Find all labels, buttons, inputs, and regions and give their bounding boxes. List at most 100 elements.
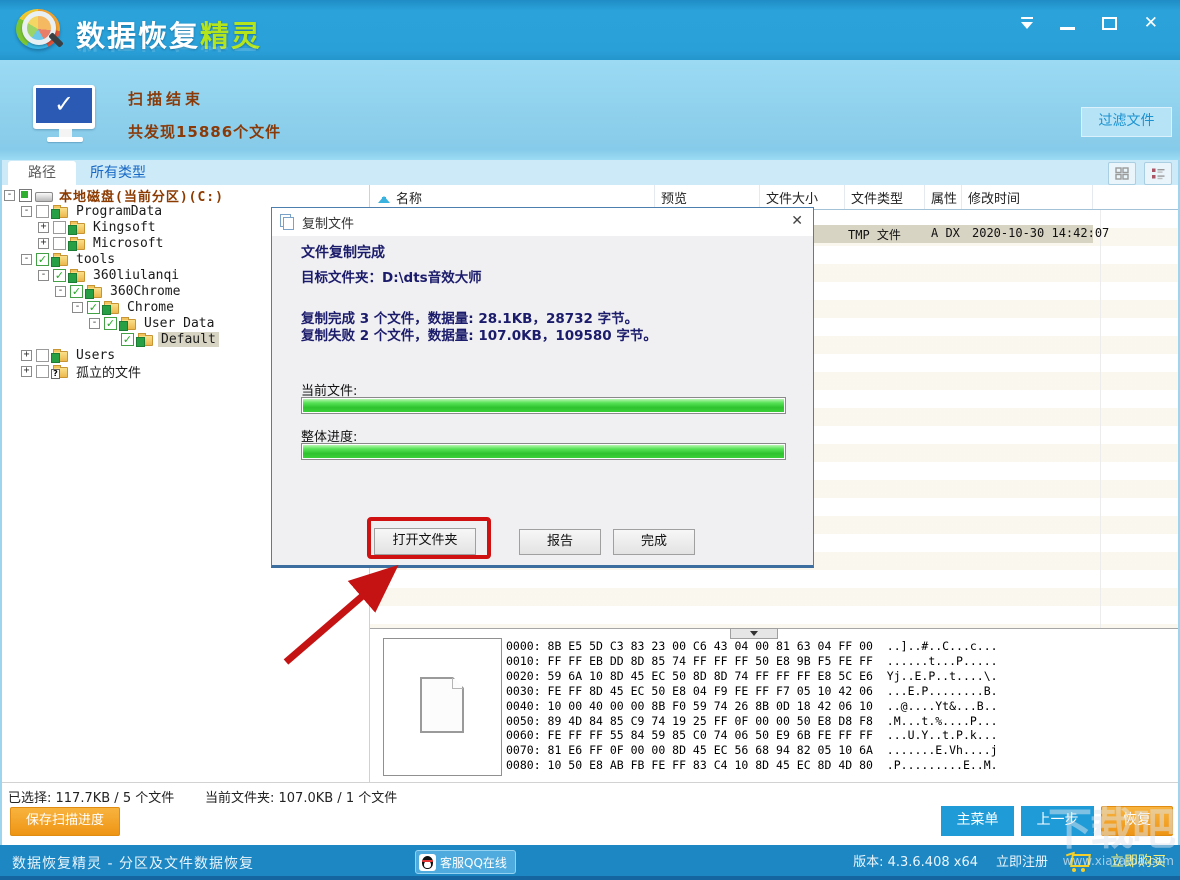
register-link[interactable]: 立即注册 xyxy=(996,851,1048,870)
hex-line: 0030: FE FF 8D 45 EC 50 E8 04 F9 FE FF F… xyxy=(506,684,998,699)
collapse-icon[interactable]: - xyxy=(89,318,100,329)
tab-all-types[interactable]: 所有类型 xyxy=(80,161,156,185)
tree-node-label[interactable]: tools xyxy=(73,252,118,267)
open-folder-button[interactable]: 打开文件夹 xyxy=(374,528,476,555)
tree-node-label[interactable]: 360liulanqi xyxy=(90,268,182,283)
column-header-label: 属性 xyxy=(931,188,957,207)
checkbox-checked[interactable]: ✓ xyxy=(70,285,83,298)
close-button[interactable]: ✕ xyxy=(1144,12,1158,34)
collapse-icon[interactable]: - xyxy=(21,254,32,265)
collapse-icon[interactable]: - xyxy=(72,302,83,313)
qq-support-button[interactable]: 客服QQ在线 xyxy=(415,850,516,874)
tree-node-label[interactable]: Default xyxy=(158,332,219,347)
file-type-cell: TMP 文件 xyxy=(848,226,901,243)
preview-thumbnail-box xyxy=(383,638,502,776)
dialog-close-icon[interactable]: ✕ xyxy=(791,213,803,229)
checkbox-checked[interactable]: ✓ xyxy=(104,317,117,330)
tree-node-label[interactable]: Users xyxy=(73,348,118,363)
list-divider xyxy=(1100,210,1101,628)
save-scan-progress-button[interactable]: 保存扫描进度 xyxy=(10,807,120,836)
column-header-1[interactable]: 名称 xyxy=(370,185,655,209)
checkbox-checked[interactable]: ✓ xyxy=(121,333,134,346)
maximize-button[interactable] xyxy=(1102,12,1117,34)
qq-support-label: 客服QQ在线 xyxy=(440,854,507,871)
tree-node-label[interactable]: Chrome xyxy=(124,300,177,315)
hex-line: 0070: 81 E6 FF 0F 00 00 8D 45 EC 56 68 9… xyxy=(506,743,998,758)
dialog-title-bar: 复制文件 ✕ xyxy=(272,208,813,236)
sort-ascending-icon[interactable] xyxy=(378,190,390,204)
scan-banner: ✓ 扫描结束 共发现15886个文件 过滤文件 xyxy=(0,60,1180,160)
tab-path[interactable]: 路径 xyxy=(8,161,76,185)
previous-step-button[interactable]: 上一步 xyxy=(1021,806,1094,836)
grid-view-button[interactable] xyxy=(1108,162,1136,185)
preview-panel: 0000: 8B E5 5D C3 83 23 00 C6 43 04 00 8… xyxy=(370,628,1180,782)
checkbox-checked[interactable]: ✓ xyxy=(87,301,100,314)
expand-icon[interactable]: + xyxy=(21,366,32,377)
tree-node-label[interactable]: Microsoft xyxy=(90,236,166,251)
document-icon xyxy=(420,677,464,733)
checkbox-unchecked[interactable] xyxy=(53,237,66,250)
tree-node-label[interactable]: Kingsoft xyxy=(90,220,159,235)
tree-node-label[interactable]: 本地磁盘(当前分区)(C:) xyxy=(56,186,227,205)
checkbox-unchecked[interactable] xyxy=(36,365,49,378)
column-header-5[interactable]: 属性 xyxy=(925,185,962,209)
folder-icon xyxy=(52,348,70,362)
filter-files-button[interactable]: 过滤文件 xyxy=(1081,107,1172,137)
disk-icon xyxy=(35,188,53,202)
collapse-icon[interactable]: - xyxy=(55,286,66,297)
column-header-4[interactable]: 文件类型 xyxy=(845,185,925,209)
expand-icon[interactable]: + xyxy=(38,238,49,249)
tree-node-label[interactable]: ProgramData xyxy=(73,204,165,219)
title-bar: 数据恢复精灵 数据恢复精灵 ✕ xyxy=(0,0,1180,60)
app-window: 数据恢复精灵 数据恢复精灵 ✕ ✓ 扫描结束 共发现15886个文件 过滤文件 … xyxy=(0,0,1180,880)
current-file-progressbar xyxy=(301,397,786,414)
app-title-reflection: 数据恢复精灵 xyxy=(76,46,262,60)
hex-dump: 0000: 8B E5 5D C3 83 23 00 C6 43 04 00 8… xyxy=(506,639,998,773)
copy-fail-line: 复制失败 2 个文件，数据量: 107.0KB，109580 字节。 xyxy=(301,324,657,344)
checkbox-unchecked[interactable] xyxy=(53,221,66,234)
main-menu-button[interactable]: 主菜单 xyxy=(941,806,1014,836)
collapse-preview-button[interactable] xyxy=(730,628,778,639)
version-text: 版本: 4.3.6.408 x64 xyxy=(853,851,978,870)
folder-icon xyxy=(69,220,87,234)
checkbox-checked[interactable]: ✓ xyxy=(36,253,49,266)
tree-node-label[interactable]: User Data xyxy=(141,316,217,331)
shopping-cart-icon[interactable] xyxy=(1066,849,1092,873)
folder-question-icon: ? xyxy=(52,364,70,378)
collapse-icon[interactable]: - xyxy=(21,206,32,217)
column-header-label: 预览 xyxy=(661,188,687,207)
copy-files-icon xyxy=(280,214,295,230)
expand-icon[interactable]: + xyxy=(38,222,49,233)
target-folder-text: 目标文件夹：D:\dts音效大师 xyxy=(301,266,482,286)
window-menu-button[interactable] xyxy=(1021,12,1033,34)
hex-line: 0080: 10 50 E8 AB FB FE FF 83 C4 10 8D 4… xyxy=(506,758,998,773)
expand-icon[interactable]: + xyxy=(21,350,32,361)
list-view-button[interactable] xyxy=(1144,162,1172,185)
checkbox-unchecked[interactable] xyxy=(36,205,49,218)
tree-node-label[interactable]: 孤立的文件 xyxy=(73,362,144,381)
report-button[interactable]: 报告 xyxy=(519,529,601,555)
column-header-3[interactable]: 文件大小 xyxy=(760,185,845,209)
done-button[interactable]: 完成 xyxy=(613,529,695,555)
tree-node-label[interactable]: 360Chrome xyxy=(107,284,183,299)
scan-status-text: 扫描结束 xyxy=(128,88,204,109)
collapse-icon[interactable]: - xyxy=(4,190,15,201)
minimize-button[interactable] xyxy=(1060,12,1075,34)
folder-icon xyxy=(137,332,155,346)
column-header-6[interactable]: 修改时间 xyxy=(962,185,1093,209)
recover-button[interactable]: 恢复 xyxy=(1101,806,1173,836)
checkbox-partial[interactable] xyxy=(19,189,32,202)
folder-icon xyxy=(120,316,138,330)
product-tagline: 数据恢复精灵 - 分区及文件数据恢复 xyxy=(12,853,254,873)
checkbox-unchecked[interactable] xyxy=(36,349,49,362)
tree-node[interactable]: - 本地磁盘(当前分区)(C:) xyxy=(0,187,369,203)
buy-now-link[interactable]: 立即购买 xyxy=(1110,851,1166,871)
window-controls: ✕ xyxy=(1021,12,1158,34)
hex-line: 0060: FE FF FF 55 84 59 85 C0 74 06 50 E… xyxy=(506,728,998,743)
current-file-progress-fill xyxy=(303,399,784,412)
collapse-icon[interactable]: - xyxy=(38,270,49,281)
checkbox-checked[interactable]: ✓ xyxy=(53,269,66,282)
column-header-2[interactable]: 预览 xyxy=(655,185,760,209)
scan-summary-text: 共发现15886个文件 xyxy=(128,121,281,142)
folder-icon xyxy=(52,252,70,266)
